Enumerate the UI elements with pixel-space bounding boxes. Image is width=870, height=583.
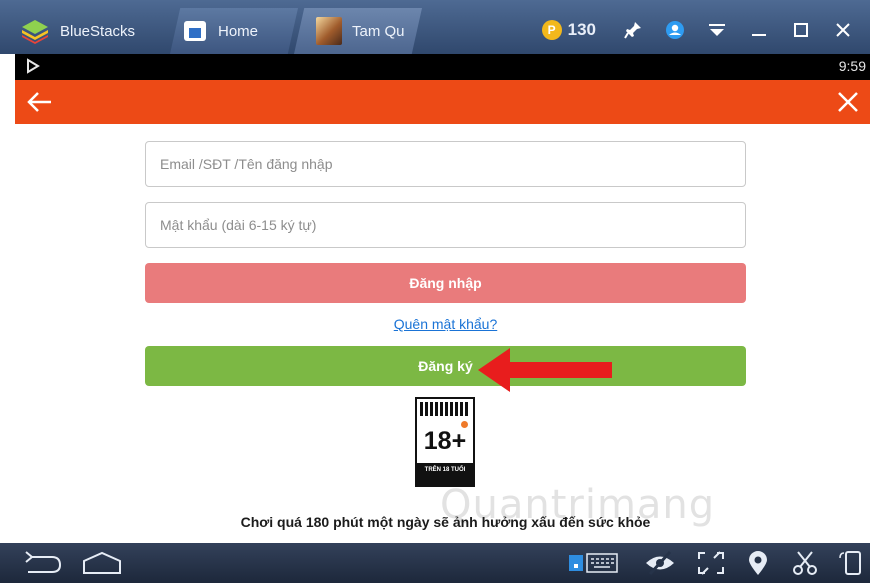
red-arrow-annotation xyxy=(478,348,612,392)
account-icon[interactable] xyxy=(660,15,690,45)
register-button[interactable]: Đăng ký xyxy=(145,346,746,386)
home-icon xyxy=(184,21,206,41)
app-name: BlueStacks xyxy=(60,22,136,40)
tab-game-label: Tam Qu xyxy=(352,22,405,40)
rotate-screen-icon[interactable] xyxy=(838,550,866,576)
scissors-icon[interactable] xyxy=(790,550,820,576)
coin-count[interactable]: 130 xyxy=(568,20,596,40)
back-nav-icon[interactable] xyxy=(22,550,64,576)
tab-bluestacks[interactable]: BlueStacks xyxy=(0,8,168,54)
health-warning-text: Chơi quá 180 phút một ngày sẽ ảnh hưởng … xyxy=(240,514,651,530)
menu-dropdown-icon[interactable] xyxy=(702,15,732,45)
close-window-icon[interactable] xyxy=(828,15,858,45)
pin-icon[interactable] xyxy=(618,15,648,45)
titlebar-controls: P 130 xyxy=(541,12,870,48)
status-clock: 9:59 xyxy=(838,58,866,74)
password-input[interactable] xyxy=(145,202,746,248)
email-input[interactable] xyxy=(145,141,746,187)
tab-game[interactable]: Tam Qu xyxy=(294,8,422,54)
visibility-icon[interactable] xyxy=(644,550,676,576)
home-nav-icon[interactable] xyxy=(80,550,124,576)
play-store-notification-icon xyxy=(27,58,40,74)
login-button[interactable]: Đăng nhập xyxy=(145,263,746,303)
maximize-icon[interactable] xyxy=(786,15,816,45)
forgot-password-link[interactable]: Quên mật khẩu? xyxy=(145,316,746,334)
age-rating-note: TRÊN 18 TUỔI xyxy=(417,463,473,485)
app-header xyxy=(15,80,870,124)
age-rating-label: 18+ xyxy=(423,427,467,455)
keyboard-icon[interactable] xyxy=(567,550,621,576)
window-titlebar: BlueStacks Home Tam Qu P 130 xyxy=(0,0,870,54)
game-thumbnail xyxy=(316,17,342,45)
android-nav-bar xyxy=(0,543,870,583)
tab-home[interactable]: Home xyxy=(170,8,298,54)
bluestacks-window: BlueStacks Home Tam Qu P 130 9:59 Email … xyxy=(0,0,870,583)
coin-icon: P xyxy=(541,20,562,40)
age-rating-badge: 18+ TRÊN 18 TUỔI xyxy=(415,397,475,487)
fullscreen-icon[interactable] xyxy=(696,550,726,576)
bluestacks-logo-icon xyxy=(22,20,48,44)
back-arrow-icon[interactable] xyxy=(25,88,55,116)
android-status-bar: 9:59 xyxy=(15,54,870,80)
location-icon[interactable] xyxy=(746,550,770,576)
minimize-icon[interactable] xyxy=(744,15,774,45)
close-icon[interactable] xyxy=(834,88,862,116)
login-form: Đăng nhập Quên mật khẩu? Đăng ký xyxy=(145,141,746,386)
tab-home-label: Home xyxy=(218,22,259,40)
barcode-graphic xyxy=(420,402,470,416)
